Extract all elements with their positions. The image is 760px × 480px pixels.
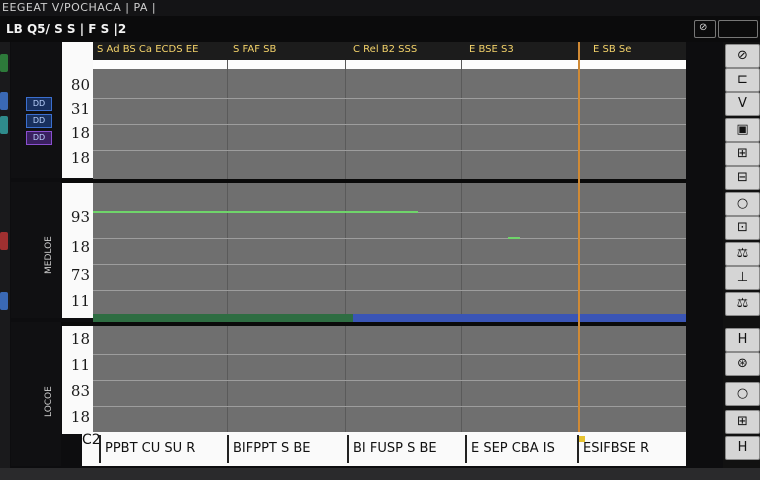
gridline bbox=[93, 354, 686, 355]
tick-label: 11 bbox=[70, 356, 90, 374]
footer-cell[interactable]: BIFPPT S BE bbox=[227, 435, 345, 463]
gridline bbox=[93, 406, 686, 407]
tick-label: 11 bbox=[70, 292, 90, 310]
tool-button[interactable]: V bbox=[725, 92, 760, 116]
tool-button[interactable]: ○ bbox=[725, 192, 760, 216]
toolbar: LB Q5/ S S | F S |2 ⊘ bbox=[0, 16, 760, 42]
app-title: EEGEAT V/POCHACA | PA | bbox=[2, 1, 157, 14]
gridline bbox=[93, 124, 686, 125]
footer-start-label: C2 bbox=[82, 432, 101, 466]
tick-label: 31 bbox=[70, 100, 90, 118]
lane-toggle-button[interactable]: DD bbox=[26, 114, 52, 128]
tool-button[interactable]: ⊟ bbox=[725, 166, 760, 190]
tool-button[interactable]: ⊘ bbox=[725, 44, 760, 68]
tool-button[interactable]: ▣ bbox=[725, 118, 760, 142]
timeline-grid[interactable]: S Ad BS Ca ECDS EE S FAF SB C Rel B2 SSS… bbox=[61, 42, 687, 466]
lane-label: MEDLOE bbox=[44, 236, 54, 274]
column-header-bar: S Ad BS Ca ECDS EE S FAF SB C Rel B2 SSS… bbox=[93, 42, 686, 60]
footer-cell[interactable]: PPBT CU SU R bbox=[99, 435, 229, 463]
column-header[interactable]: C Rel B2 SSS bbox=[353, 44, 417, 55]
lane-panel-3: LOCOE bbox=[11, 322, 61, 466]
lane-toggle-button[interactable]: DD bbox=[26, 97, 52, 111]
column-header[interactable]: S Ad BS Ca ECDS EE bbox=[97, 44, 198, 55]
menu-label[interactable]: LB Q5/ S S | F S |2 bbox=[6, 22, 126, 36]
gridline bbox=[93, 264, 686, 265]
tool-rail: ⊘ ⊏ V ▣ ⊞ ⊟ ○ ⊡ ⚖ ⊥ ⚖ H ⊛ ○ ⊞ H bbox=[723, 42, 760, 468]
tick-column-2: 93 18 73 11 bbox=[62, 182, 93, 318]
tool-button[interactable]: ⊡ bbox=[725, 216, 760, 240]
gridline bbox=[93, 290, 686, 291]
tool-button[interactable]: ⊞ bbox=[725, 142, 760, 166]
column-header[interactable]: E SB Se bbox=[593, 44, 631, 55]
rail-chip-green[interactable] bbox=[0, 54, 8, 72]
tool-button[interactable]: ⚖ bbox=[725, 292, 760, 316]
tick-column-1: 80 31 18 18 bbox=[62, 42, 93, 178]
window-close-button[interactable] bbox=[718, 20, 758, 38]
lane-separator bbox=[61, 322, 686, 326]
bottom-strip bbox=[0, 468, 760, 480]
signal-band bbox=[353, 314, 686, 322]
time-ruler[interactable] bbox=[93, 60, 686, 69]
gridline bbox=[93, 98, 686, 99]
tool-button[interactable]: H bbox=[725, 328, 760, 352]
tool-button[interactable]: ⊏ bbox=[725, 68, 760, 92]
circle-slash-icon: ⊘ bbox=[699, 22, 708, 33]
title-bar: EEGEAT V/POCHACA | PA | bbox=[0, 0, 760, 16]
marker-icon bbox=[579, 436, 585, 442]
tool-button[interactable]: ○ bbox=[725, 382, 760, 406]
footer-bar: C2 PPBT CU SU R BIFPPT S BE BI FUSP S BE… bbox=[82, 432, 687, 466]
footer-cell[interactable]: ESIFBSE R bbox=[577, 435, 687, 463]
lane-panel-2: MEDLOE bbox=[11, 182, 61, 318]
window-control-button[interactable]: ⊘ bbox=[694, 20, 716, 38]
signal-trace bbox=[93, 211, 418, 213]
tick-label: 18 bbox=[70, 330, 90, 348]
tick-label: 83 bbox=[70, 382, 90, 400]
column-divider bbox=[227, 60, 228, 440]
column-divider bbox=[345, 60, 346, 440]
gridline bbox=[93, 150, 686, 151]
gridline bbox=[93, 380, 686, 381]
tool-button[interactable]: ⊥ bbox=[725, 266, 760, 290]
column-header[interactable]: E BSE S3 bbox=[469, 44, 514, 55]
column-divider bbox=[461, 60, 462, 440]
tool-button[interactable]: ⚖ bbox=[725, 242, 760, 266]
footer-cell[interactable]: BI FUSP S BE bbox=[347, 435, 463, 463]
tool-button[interactable]: ⊞ bbox=[725, 410, 760, 434]
lane-label: LOCOE bbox=[44, 386, 54, 417]
tick-label: 18 bbox=[70, 124, 90, 142]
tool-button[interactable]: H bbox=[725, 436, 760, 460]
tick-label: 80 bbox=[70, 76, 90, 94]
rail-chip-red[interactable] bbox=[0, 232, 8, 250]
gridline bbox=[93, 238, 686, 239]
column-header[interactable]: S FAF SB bbox=[233, 44, 276, 55]
lane-toggle-button[interactable]: DD bbox=[26, 131, 52, 145]
lane-separator bbox=[61, 179, 686, 183]
playhead-cursor[interactable] bbox=[578, 42, 580, 440]
tool-button[interactable]: ⊛ bbox=[725, 352, 760, 376]
lane-panel-1: DD DD DD bbox=[11, 42, 61, 178]
tick-label: 73 bbox=[70, 266, 90, 284]
signal-band bbox=[93, 314, 353, 322]
signal-trace bbox=[508, 237, 520, 239]
footer-cell[interactable]: E SEP CBA IS bbox=[465, 435, 577, 463]
tick-label: 18 bbox=[70, 149, 90, 167]
tick-label: 18 bbox=[70, 408, 90, 426]
left-rail bbox=[0, 42, 10, 468]
tick-column-3: 18 11 83 18 bbox=[62, 322, 93, 434]
rail-chip-blue[interactable] bbox=[0, 92, 8, 110]
tick-label: 93 bbox=[70, 208, 90, 226]
rail-chip-blue-2[interactable] bbox=[0, 292, 8, 310]
rail-chip-teal[interactable] bbox=[0, 116, 8, 134]
tick-label: 18 bbox=[70, 238, 90, 256]
